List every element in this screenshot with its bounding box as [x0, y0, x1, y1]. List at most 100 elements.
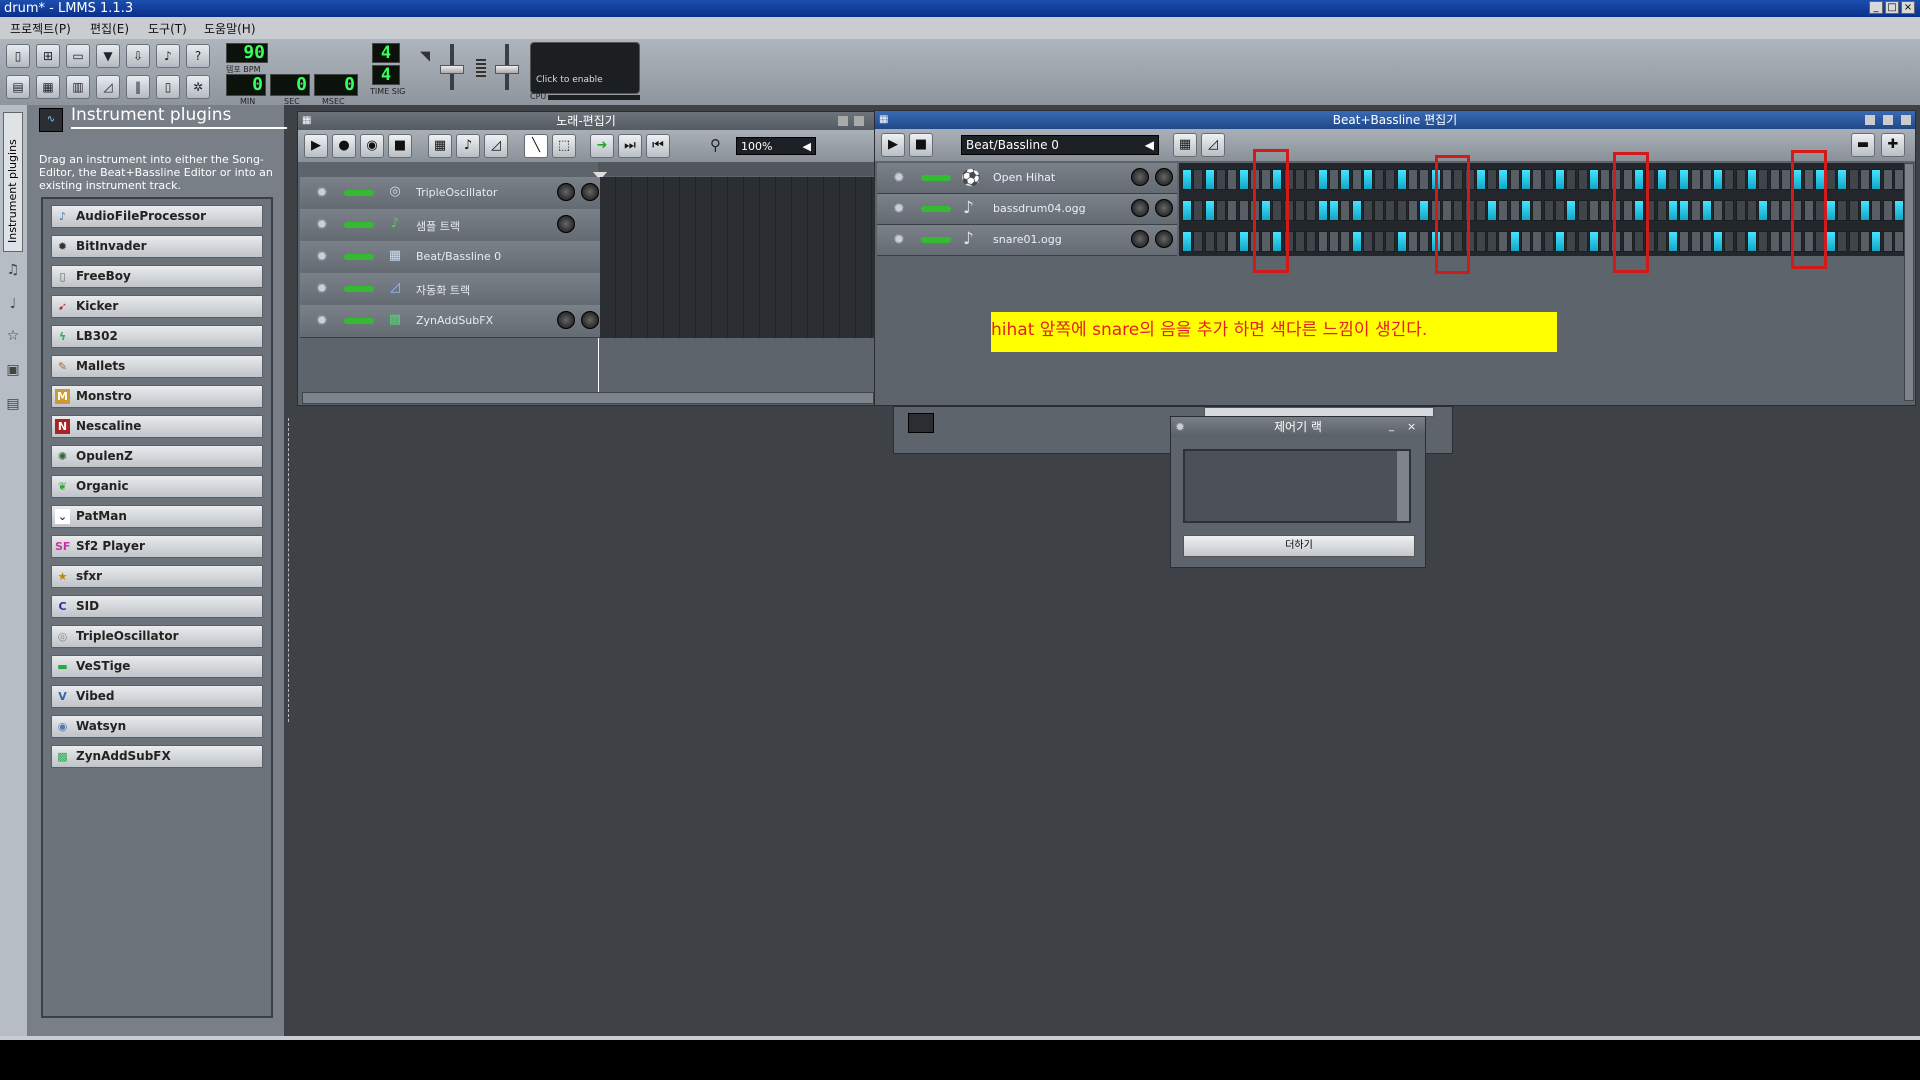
pan-knob[interactable] [1155, 199, 1173, 217]
step-button[interactable] [1758, 169, 1769, 190]
step-button[interactable] [1509, 169, 1520, 190]
step-button[interactable] [1860, 169, 1870, 190]
step-button[interactable] [1374, 200, 1385, 221]
add-beat-bassline-button[interactable]: ▦ [1173, 133, 1197, 157]
edit-mode-button[interactable]: ⬚ [552, 134, 576, 158]
step-button[interactable] [1848, 200, 1859, 221]
step-button[interactable] [1871, 200, 1882, 221]
track-gear-icon[interactable]: ✹ [893, 201, 905, 217]
track-mute-led[interactable] [344, 190, 374, 196]
step-button[interactable] [1317, 169, 1328, 190]
step-button[interactable] [1566, 231, 1577, 252]
step-button[interactable] [1679, 231, 1690, 252]
plugin-audiofileprocessor[interactable]: ♪ AudioFileProcessor [51, 205, 263, 228]
step-button[interactable] [1193, 231, 1204, 252]
step-button[interactable] [1735, 231, 1746, 252]
computer-icon[interactable]: ▤ [5, 396, 21, 414]
track-gear-icon[interactable]: ✹ [316, 313, 328, 329]
step-button[interactable] [1362, 231, 1373, 252]
loop-points-button[interactable]: ➜ [590, 134, 614, 158]
pan-knob[interactable] [581, 183, 599, 201]
track-gear-icon[interactable]: ✹ [316, 217, 328, 233]
plugin-zynaddsubfx[interactable]: ▩ ZynAddSubFX [51, 745, 263, 768]
step-button[interactable] [1679, 169, 1690, 190]
export-button[interactable]: ♪ [156, 44, 180, 68]
tempo-display[interactable]: 90 [226, 43, 268, 63]
song-editor-toggle[interactable]: ▤ [6, 75, 30, 99]
step-button[interactable] [1690, 200, 1701, 221]
step-button[interactable] [1238, 231, 1249, 252]
song-editor-minimize[interactable] [838, 116, 848, 126]
step-button[interactable] [1182, 200, 1192, 221]
add-automation-button[interactable]: ◿ [1201, 133, 1225, 157]
step-button[interactable] [1667, 231, 1678, 252]
step-button[interactable] [1374, 231, 1385, 252]
step-button[interactable] [1340, 200, 1351, 221]
controller-rack-toggle[interactable]: ✲ [186, 75, 210, 99]
controller-scrollbar[interactable] [1397, 451, 1409, 521]
step-button[interactable] [1758, 200, 1769, 221]
plugin-lb302[interactable]: ϟ LB302 [51, 325, 263, 348]
menu-tools[interactable]: 도구(T) [148, 20, 187, 37]
step-button[interactable] [1204, 200, 1215, 221]
step-button[interactable] [1396, 200, 1407, 221]
plugin-mallets[interactable]: ✎ Mallets [51, 355, 263, 378]
plugin-opulenz[interactable]: ✺ OpulenZ [51, 445, 263, 468]
controller-rack-close[interactable]: × [1407, 421, 1419, 433]
step-button[interactable] [1487, 169, 1498, 190]
remove-steps-button[interactable]: ▬ [1851, 133, 1875, 157]
plugin-sfxr[interactable]: ★ sfxr [51, 565, 263, 588]
add-steps-button[interactable]: ✚ [1881, 133, 1905, 157]
plugin-sf2-player[interactable]: SF Sf2 Player [51, 535, 263, 558]
track-mute-led[interactable] [344, 222, 374, 228]
step-button[interactable] [1532, 231, 1543, 252]
step-button[interactable] [1566, 200, 1577, 221]
plugin-bitinvader[interactable]: ✹ BitInvader [51, 235, 263, 258]
track-mute-led[interactable] [921, 175, 951, 181]
whatsthis-button[interactable]: ? [186, 44, 210, 68]
step-button[interactable] [1871, 169, 1882, 190]
step-button[interactable] [1656, 200, 1667, 221]
step-button[interactable] [1690, 169, 1701, 190]
song-horizontal-scrollbar[interactable] [302, 392, 874, 404]
step-button[interactable] [1543, 200, 1554, 221]
panel-splitter[interactable] [288, 418, 290, 722]
step-button[interactable] [1419, 200, 1430, 221]
beat-track[interactable]: ✹ ♪ bassdrum04.ogg [877, 194, 1177, 225]
beat-editor-minimize[interactable] [1865, 115, 1875, 125]
open-project-button[interactable]: ▭ [66, 44, 90, 68]
step-button[interactable] [1690, 231, 1701, 252]
play-button[interactable]: ▶ [304, 134, 328, 158]
step-button[interactable] [1193, 200, 1204, 221]
plugin-patman[interactable]: ⌄ PatMan [51, 505, 263, 528]
track-mute-led[interactable] [344, 318, 374, 324]
step-button[interactable] [1295, 200, 1305, 221]
step-button[interactable] [1769, 231, 1780, 252]
plugin-organic[interactable]: ❦ Organic [51, 475, 263, 498]
step-button[interactable] [1713, 231, 1724, 252]
master-volume-handle[interactable] [440, 65, 464, 74]
automation-editor-toggle[interactable]: ◿ [96, 75, 120, 99]
step-button[interactable] [1328, 231, 1339, 252]
save-project-button[interactable]: ⇩ [126, 44, 150, 68]
close-button[interactable]: × [1901, 1, 1915, 14]
timesig-denominator[interactable]: 4 [372, 65, 400, 85]
step-button[interactable] [1780, 169, 1791, 190]
step-button[interactable] [1837, 231, 1848, 252]
step-button[interactable] [1724, 200, 1735, 221]
controller-rack-titlebar[interactable]: 제어기 랙 [1171, 417, 1425, 437]
step-button[interactable] [1193, 169, 1204, 190]
step-button[interactable] [1498, 169, 1509, 190]
step-button[interactable] [1893, 200, 1904, 221]
piano-roll-toggle[interactable]: ▥ [66, 75, 90, 99]
step-button[interactable] [1317, 200, 1328, 221]
stop-button[interactable]: ■ [388, 134, 412, 158]
track-mute-led[interactable] [921, 206, 951, 212]
step-button[interactable] [1600, 169, 1611, 190]
step-button[interactable] [1408, 231, 1418, 252]
minimize-button[interactable]: _ [1869, 1, 1883, 14]
step-button[interactable] [1893, 231, 1904, 252]
step-button[interactable] [1758, 231, 1769, 252]
beat-editor-maximize[interactable] [1883, 115, 1893, 125]
step-button[interactable] [1385, 231, 1396, 252]
